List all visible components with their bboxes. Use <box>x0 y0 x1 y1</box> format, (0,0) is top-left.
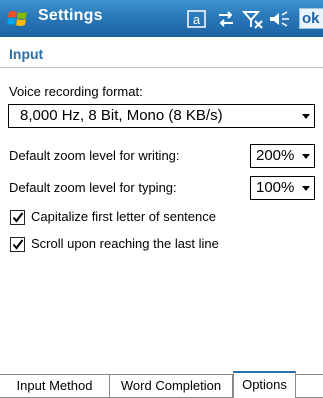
ok-button[interactable]: ok <box>299 8 323 29</box>
zoom-writing-value: 200% <box>256 147 295 164</box>
scroll-last-line-label[interactable]: Scroll upon reaching the last line <box>31 236 219 251</box>
chevron-down-icon <box>302 186 310 191</box>
capitalize-checkbox[interactable] <box>10 210 25 225</box>
checkmark-icon <box>12 212 24 223</box>
zoom-writing-label: Default zoom level for writing: <box>9 148 180 163</box>
capitalize-label[interactable]: Capitalize first letter of sentence <box>31 209 216 224</box>
voice-format-dropdown[interactable]: 8,000 Hz, 8 Bit, Mono (8 KB/s) <box>8 104 315 128</box>
zoom-typing-value: 100% <box>256 179 295 196</box>
voice-format-value: 8,000 Hz, 8 Bit, Mono (8 KB/s) <box>20 107 223 124</box>
title-bar: Settings a ok <box>0 0 323 37</box>
input-method-icon[interactable]: a <box>186 9 208 29</box>
section-divider <box>0 67 323 68</box>
svg-text:a: a <box>193 12 201 27</box>
chevron-down-icon <box>302 154 310 159</box>
windows-logo-icon[interactable] <box>6 7 30 31</box>
section-header: Input <box>0 40 323 68</box>
scroll-last-line-checkbox[interactable] <box>10 237 25 252</box>
tab-strip-filler <box>296 375 323 398</box>
checkmark-icon <box>12 239 24 250</box>
section-title: Input <box>9 46 44 62</box>
connectivity-icon[interactable] <box>216 9 236 29</box>
voice-format-label: Voice recording format: <box>9 84 143 99</box>
chevron-down-icon <box>302 114 310 119</box>
volume-icon[interactable] <box>268 9 292 29</box>
tab-word-completion[interactable]: Word Completion <box>110 375 233 398</box>
signal-off-icon[interactable] <box>242 9 264 29</box>
zoom-typing-label: Default zoom level for typing: <box>9 180 177 195</box>
zoom-typing-dropdown[interactable]: 100% <box>250 176 315 200</box>
tab-input-method[interactable]: Input Method <box>0 375 110 398</box>
app-title: Settings <box>38 7 103 24</box>
tab-options[interactable]: Options <box>233 371 296 398</box>
zoom-writing-dropdown[interactable]: 200% <box>250 144 315 168</box>
